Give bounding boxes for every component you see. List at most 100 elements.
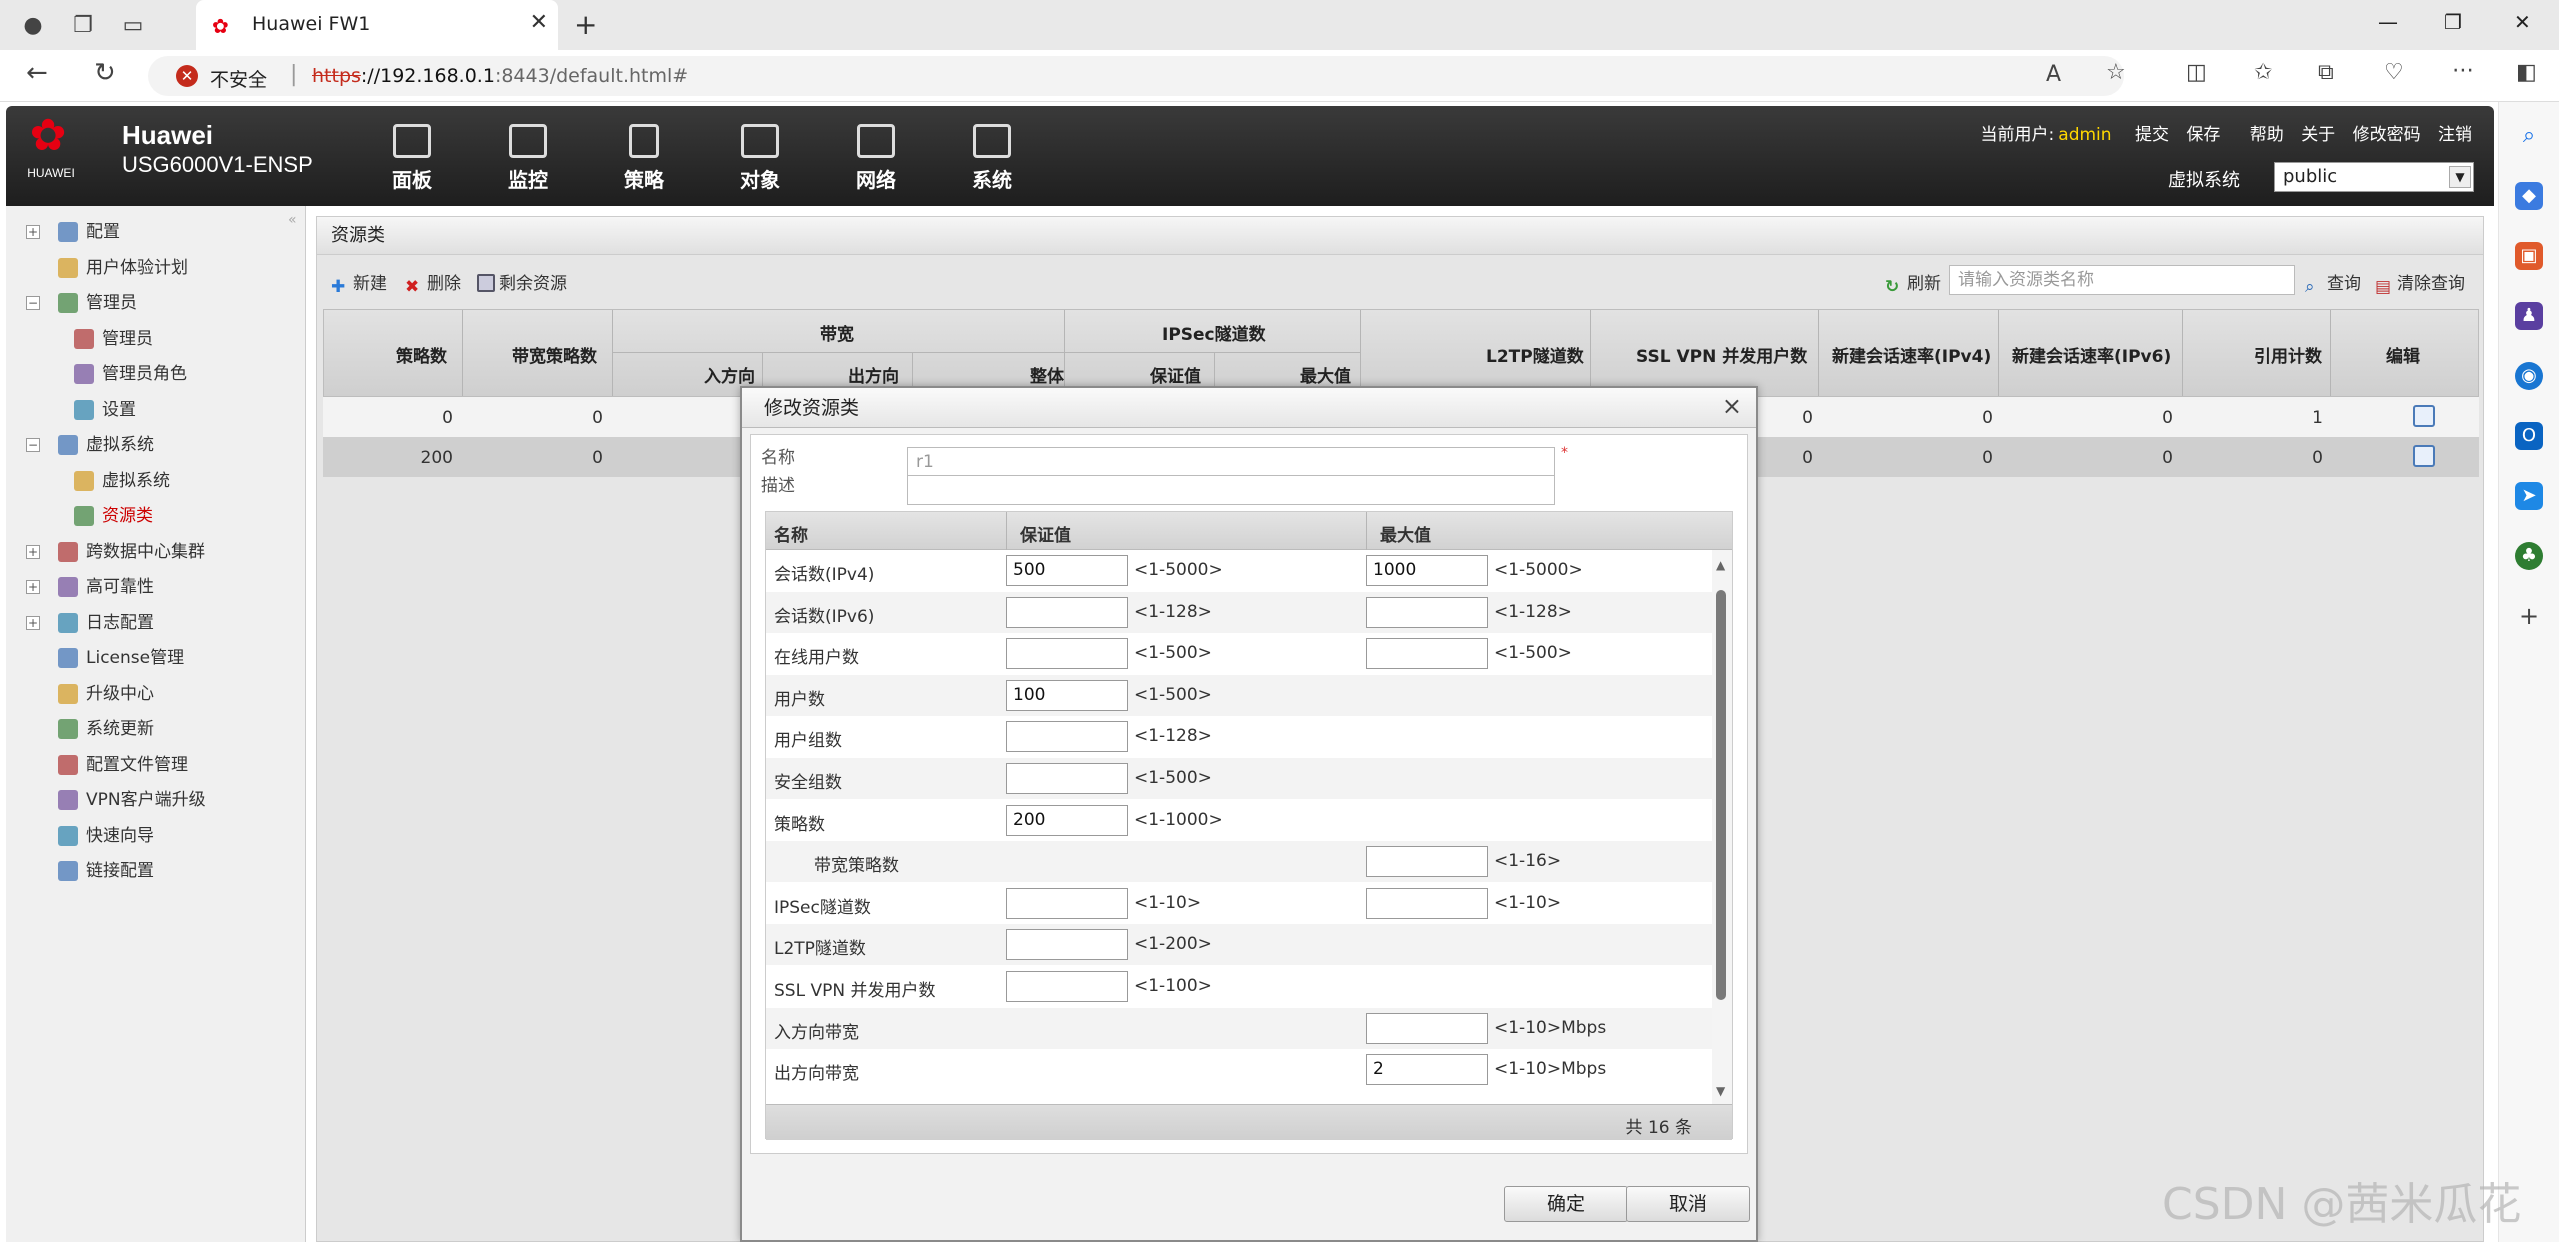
limits-scrollbar[interactable]: ▲ ▼ [1712,550,1732,1104]
edit-icon[interactable] [2413,405,2435,427]
nav-tree-item[interactable]: 快速向导 [6,822,286,850]
security-label[interactable]: 不安全 [210,65,267,92]
col-sslvpn[interactable]: SSL VPN 并发用户数 [1636,342,1807,367]
name-field[interactable]: r1 [907,447,1555,477]
tab-actions-icon[interactable]: ▭ [118,10,148,40]
chevron-down-icon[interactable]: ▼ [2449,166,2471,188]
read-aloud-icon[interactable]: A [2046,62,2061,87]
max-input[interactable] [1366,638,1488,670]
col-ipsec-max[interactable]: 最大值 [1300,362,1351,387]
guaranteed-input[interactable] [1006,721,1128,753]
profile-icon[interactable]: ● [18,10,48,40]
nav-tree-item[interactable]: License管理 [6,644,286,672]
ok-button[interactable]: 确定 [1504,1186,1628,1222]
send-icon[interactable]: ➤ [2515,482,2543,510]
logout-link[interactable]: 注销 [2438,125,2472,145]
nav-tree-item[interactable]: 管理员角色 [6,360,286,388]
shopping-tag-icon[interactable]: ◆ [2515,182,2543,210]
tree-icon[interactable]: ♣ [2515,542,2543,570]
sidebar-toggle-icon[interactable]: ◧ [2516,60,2537,85]
save-link[interactable]: 保存 [2186,125,2220,145]
max-input[interactable] [1366,1012,1488,1044]
nav-system[interactable]: 系统 [952,124,1032,200]
nav-tree-item[interactable]: + 跨数据中心集群 [6,538,286,566]
collapse-icon[interactable]: − [26,296,40,310]
max-input[interactable] [1366,887,1488,919]
collections-icon[interactable]: ⧉ [2318,60,2334,85]
nav-tree-item[interactable]: 系统更新 [6,715,286,743]
browser-tab[interactable]: ✿ Huawei FW1 ✕ [196,0,558,50]
close-tab-icon[interactable]: ✕ [530,10,548,35]
more-menu-icon[interactable]: ⋯ [2452,58,2474,83]
nav-tree-item[interactable]: 管理员 [6,325,286,353]
nav-object[interactable]: 对象 [720,124,800,200]
nav-tree-item[interactable]: + 日志配置 [6,609,286,637]
refresh-button[interactable]: ↻ 刷新 [1885,269,1941,297]
col-ipsec-guaranteed[interactable]: 保证值 [1150,362,1201,387]
close-icon[interactable]: × [1722,392,1742,420]
nav-tree-item[interactable]: 配置文件管理 [6,751,286,779]
nav-tree-item[interactable]: 虚拟系统 [6,467,286,495]
guaranteed-input[interactable] [1006,638,1128,670]
guaranteed-input[interactable] [1006,887,1128,919]
tools-icon[interactable]: ▣ [2515,242,2543,270]
col-inbound[interactable]: 入方向 [704,362,755,387]
query-button[interactable]: ⌕ 查询 [2305,269,2361,297]
max-input[interactable]: 1000 [1366,555,1488,586]
nav-tree-item[interactable]: − 虚拟系统 [6,431,286,459]
col-outbound[interactable]: 出方向 [848,362,899,387]
nav-tree-item[interactable]: 升级中心 [6,680,286,708]
about-link[interactable]: 关于 [2301,125,2335,145]
col-bw-policy-count[interactable]: 带宽策略数 [512,342,597,367]
nav-monitor[interactable]: 监控 [488,124,568,200]
minimize-icon[interactable]: — [2378,10,2398,34]
nav-tree-item[interactable]: + 高可靠性 [6,573,286,601]
games-icon[interactable]: ♟ [2515,302,2543,330]
max-input[interactable] [1366,596,1488,628]
clear-query-button[interactable]: ▤ 清除查询 [2375,269,2465,297]
not-secure-icon[interactable]: ✕ [176,65,198,87]
collapse-nav-icon[interactable]: « [288,212,297,228]
description-field[interactable] [907,475,1555,505]
new-button[interactable]: ✚ 新建 [331,269,387,297]
delete-button[interactable]: ✖ 删除 [405,269,461,297]
change-password-link[interactable]: 修改密码 [2353,125,2421,145]
favorites-icon[interactable]: ✩ [2254,60,2272,85]
guaranteed-input[interactable] [1006,596,1128,628]
help-link[interactable]: 帮助 [2250,125,2284,145]
new-tab-icon[interactable]: + [574,8,597,41]
search-icon[interactable]: ⌕ [2515,122,2543,150]
refresh-icon[interactable]: ↻ [94,58,116,88]
expand-icon[interactable]: + [26,580,40,594]
guaranteed-input[interactable]: 500 [1006,555,1128,586]
url-text[interactable]: https://192.168.0.1:8443/default.html# [312,65,688,87]
guaranteed-input[interactable] [1006,929,1128,961]
col-l2tp[interactable]: L2TP隧道数 [1486,342,1584,367]
nav-tree-item[interactable]: − 管理员 [6,289,286,317]
back-icon[interactable]: ← [26,58,48,88]
commit-link[interactable]: 提交 [2135,125,2169,145]
nav-tree-item[interactable]: 用户体验计划 [6,254,286,282]
col-policy-count[interactable]: 策略数 [396,342,447,367]
remaining-resources-button[interactable]: 剩余资源 [477,269,567,294]
expand-icon[interactable]: + [26,225,40,239]
nav-tree-item[interactable]: 设置 [6,396,286,424]
nav-dashboard[interactable]: 面板 [372,124,452,200]
nav-policy[interactable]: 策略 [604,124,684,200]
workspaces-icon[interactable]: ❐ [68,10,98,40]
restore-icon[interactable]: ❐ [2444,10,2462,34]
favorite-star-icon[interactable]: ☆ [2106,60,2126,85]
search-input[interactable]: 请输入资源类名称 [1949,265,2295,295]
copilot-icon[interactable]: ◉ [2515,362,2543,390]
browser-essentials-icon[interactable]: ♡ [2384,60,2404,85]
col-overall[interactable]: 整体 [1030,362,1064,387]
max-input[interactable]: 2 [1366,1054,1488,1086]
add-app-icon[interactable]: + [2515,602,2543,630]
guaranteed-input[interactable]: 200 [1006,804,1128,836]
nav-tree-item[interactable]: + 配置 [6,218,286,246]
guaranteed-input[interactable] [1006,763,1128,794]
split-screen-icon[interactable]: ◫ [2186,60,2207,85]
expand-icon[interactable]: + [26,615,40,630]
scroll-down-icon[interactable]: ▼ [1716,1084,1725,1098]
col-new-session-v6[interactable]: 新建会话速率(IPv6) [2012,342,2171,367]
